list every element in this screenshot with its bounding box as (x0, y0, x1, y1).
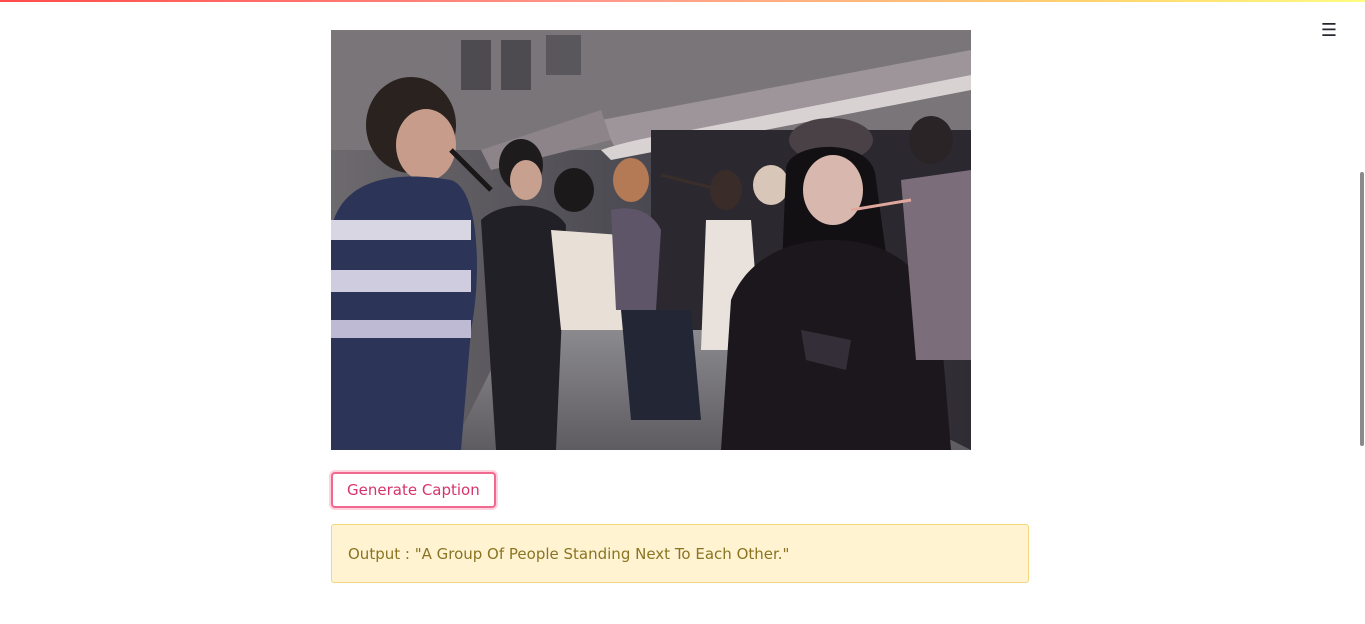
main-content: Generate Caption Output : "A Group Of Pe… (331, 30, 1029, 583)
photo-illustration (331, 30, 971, 450)
output-text: Output : "A Group Of People Standing Nex… (348, 544, 790, 563)
output-message: Output : "A Group Of People Standing Nex… (331, 524, 1029, 583)
scrollbar[interactable] (1360, 172, 1364, 446)
generate-caption-button[interactable]: Generate Caption (331, 472, 496, 508)
hamburger-menu-icon[interactable]: ☰ (1316, 18, 1342, 42)
top-decoration-bar (0, 0, 1365, 2)
uploaded-photo (331, 30, 971, 450)
